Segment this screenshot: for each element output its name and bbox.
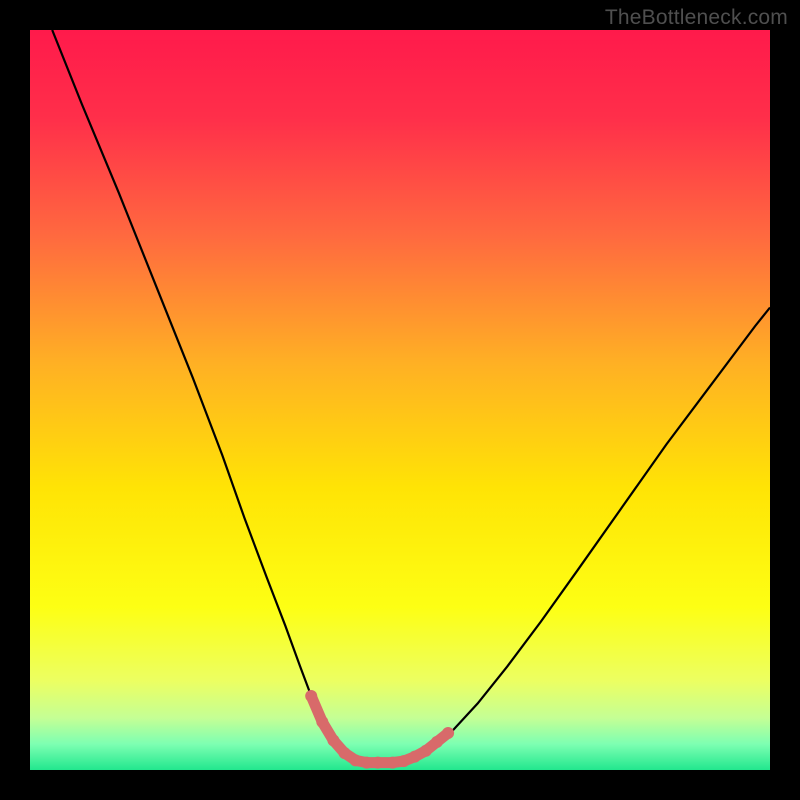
plot-area: [30, 30, 770, 770]
valley-node: [305, 690, 317, 702]
valley-node: [339, 747, 351, 759]
bottleneck-chart: [30, 30, 770, 770]
valley-node: [350, 754, 362, 766]
valley-node: [442, 727, 454, 739]
valley-node: [316, 716, 328, 728]
valley-node: [420, 745, 432, 757]
gradient-background: [30, 30, 770, 770]
watermark-text: TheBottleneck.com: [605, 6, 788, 30]
valley-node: [398, 755, 410, 767]
valley-node: [409, 751, 421, 763]
valley-node: [327, 734, 339, 746]
chart-frame: TheBottleneck.com: [0, 0, 800, 800]
valley-node: [431, 736, 443, 748]
valley-node: [372, 757, 384, 769]
valley-node: [361, 757, 373, 769]
valley-node: [387, 757, 399, 769]
